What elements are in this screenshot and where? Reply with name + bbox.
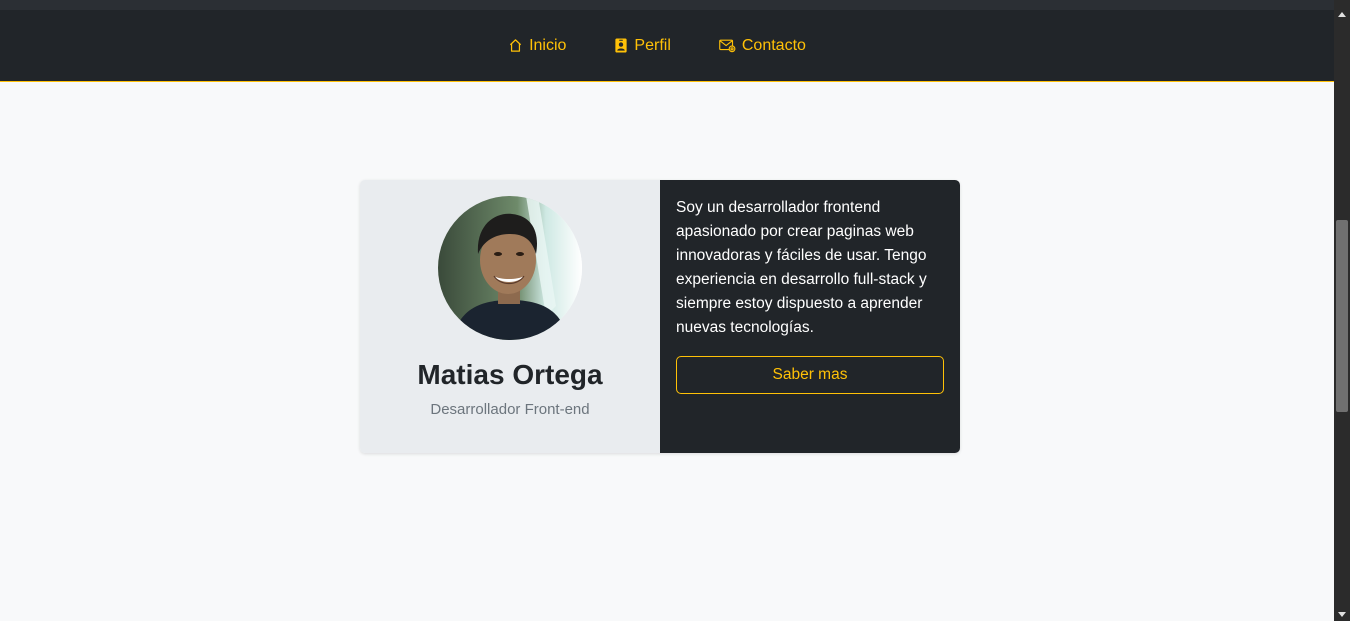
nav-link-inicio[interactable]: Inicio — [508, 37, 566, 55]
profile-card-left: Matias Ortega Desarrollador Front-end — [360, 180, 660, 453]
avatar — [438, 196, 582, 340]
profile-role: Desarrollador Front-end — [430, 401, 590, 418]
profile-name: Matias Ortega — [417, 359, 603, 390]
profile-bio: Soy un desarrollador frontend apasionado… — [676, 199, 927, 336]
nav-label-perfil: Perfil — [634, 36, 671, 54]
nav-link-contacto[interactable]: Contacto — [719, 37, 806, 55]
home-icon — [508, 38, 523, 53]
nav-link-perfil[interactable]: Perfil — [614, 36, 671, 55]
scroll-down-arrow-icon[interactable] — [1338, 612, 1346, 617]
profile-card: Matias Ortega Desarrollador Front-end So… — [360, 180, 960, 453]
profile-card-right: Soy un desarrollador frontend apasionado… — [660, 180, 960, 453]
vertical-scrollbar[interactable] — [1334, 0, 1350, 621]
envelope-at-icon — [719, 39, 736, 53]
page: Inicio Perfil Contacto Matias Ortega Des… — [0, 0, 1334, 621]
nav-label-inicio: Inicio — [529, 36, 567, 54]
nav-label-contacto: Contacto — [741, 36, 806, 54]
top-strip — [0, 0, 1334, 10]
scroll-thumb[interactable] — [1336, 220, 1348, 412]
nav-items: Inicio Perfil Contacto — [0, 10, 1334, 81]
scroll-up-arrow-icon[interactable] — [1338, 12, 1346, 17]
browser-viewport: Inicio Perfil Contacto Matias Ortega Des… — [0, 0, 1350, 621]
person-badge-icon — [614, 38, 628, 53]
saber-mas-button[interactable]: Saber mas — [676, 356, 944, 394]
navbar: Inicio Perfil Contacto — [0, 10, 1334, 82]
